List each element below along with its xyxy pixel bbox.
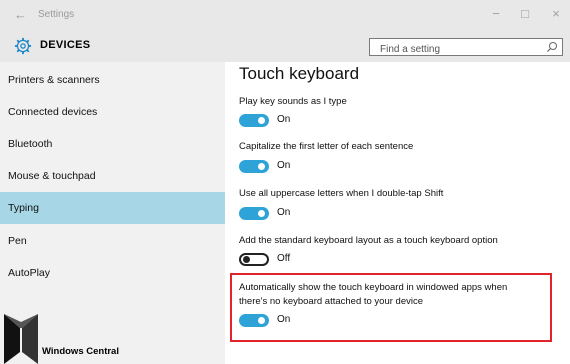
search-box[interactable] xyxy=(369,38,563,58)
sidebar-item-bluetooth[interactable]: Bluetooth xyxy=(0,129,225,159)
sidebar-item-autoplay[interactable]: AutoPlay xyxy=(0,258,225,288)
sidebar-item-typing[interactable]: Typing xyxy=(0,192,225,224)
sidebar-item-connected-devices[interactable]: Connected devices xyxy=(0,97,225,127)
maximize-button[interactable]: □ xyxy=(515,6,535,21)
sidebar-item-pen[interactable]: Pen xyxy=(0,226,225,256)
sidebar: Printers & scanners Connected devices Bl… xyxy=(0,62,225,364)
toggle-uppercase[interactable] xyxy=(239,207,269,220)
toggle-knob xyxy=(258,210,265,217)
gear-icon xyxy=(14,37,32,55)
watermark: Windows Central xyxy=(2,302,202,364)
setting-label-key-sounds: Play key sounds as I type xyxy=(239,96,347,107)
minimize-button[interactable]: − xyxy=(486,6,506,21)
sidebar-item-printers-scanners[interactable]: Printers & scanners xyxy=(0,65,225,95)
toggle-state-capitalize: On xyxy=(277,160,291,171)
toggle-key-sounds[interactable] xyxy=(239,114,269,127)
close-button[interactable]: × xyxy=(546,6,566,21)
back-arrow-icon[interactable]: ← xyxy=(14,7,27,22)
toggle-state-standard-layout: Off xyxy=(277,253,291,264)
setting-label-uppercase: Use all uppercase letters when I double-… xyxy=(239,188,444,199)
page-title: Touch keyboard xyxy=(239,64,360,83)
sidebar-item-mouse-touchpad[interactable]: Mouse & touchpad xyxy=(0,161,225,191)
toggle-knob xyxy=(258,117,265,124)
title-bar: ← Settings − □ × xyxy=(0,0,570,30)
setting-label-capitalize: Capitalize the first letter of each sent… xyxy=(239,141,414,152)
search-input[interactable] xyxy=(370,41,550,58)
toggle-standard-layout[interactable] xyxy=(239,253,269,266)
window-title: Settings xyxy=(38,9,75,20)
setting-label-standard-layout: Add the standard keyboard layout as a to… xyxy=(239,235,498,246)
toggle-capitalize[interactable] xyxy=(239,160,269,173)
windows-central-logo-icon xyxy=(4,314,38,364)
toggle-state-key-sounds: On xyxy=(277,114,291,125)
highlight-box xyxy=(230,273,552,342)
toggle-knob xyxy=(243,256,250,263)
toggle-knob xyxy=(258,163,265,170)
section-title: DEVICES xyxy=(40,39,91,51)
brand-name: Windows Central xyxy=(42,346,119,357)
search-icon[interactable] xyxy=(546,41,558,53)
toggle-state-uppercase: On xyxy=(277,207,291,218)
page-header: DEVICES xyxy=(0,30,570,62)
